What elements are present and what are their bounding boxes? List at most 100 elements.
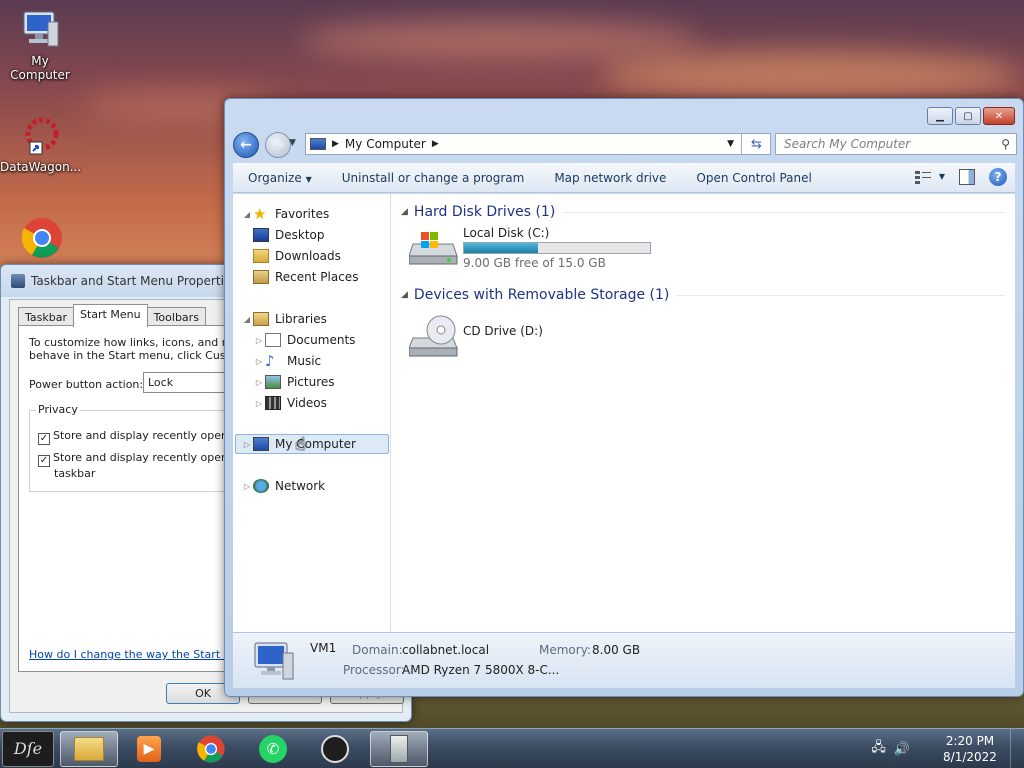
desktop-icon-datawagon[interactable]: DataWagon... [0,114,81,174]
nav-label: Downloads [275,249,341,263]
star-icon: ★ [253,205,267,223]
drive-cd-d[interactable]: CD Drive (D:) [408,314,543,358]
preview-pane-icon[interactable] [959,169,975,185]
group-divider [563,211,1005,213]
obs-icon [321,735,349,763]
recent-pages-chevron-icon[interactable]: ▼ [289,138,296,148]
datawagon-shortcut-icon [18,114,62,158]
nav-pictures[interactable]: ▷ Pictures [253,372,335,392]
organize-button[interactable]: Organize ▼ [233,171,327,185]
taskbar-properties-button[interactable] [370,731,428,767]
search-input[interactable]: Search My Computer ⚲ [775,133,1017,155]
memory-label: Memory: [539,643,591,657]
nav-music[interactable]: ▷ ♪ Music [253,351,321,371]
breadcrumb-chevron-icon[interactable]: ▶ [432,139,439,149]
help-icon[interactable]: ? [989,168,1007,186]
search-icon: ⚲ [1001,137,1010,151]
group-collapse-icon: ◢ [401,207,408,217]
address-dropdown-icon[interactable]: ▼ [727,139,734,149]
start-button[interactable]: Dſe [2,731,54,767]
expand-triangle-icon: ◢ [243,209,251,219]
refresh-button[interactable]: ⇆ [741,133,771,155]
nav-label: Favorites [275,207,330,221]
nav-label: Documents [287,333,356,347]
back-arrow-icon: ← [240,137,252,153]
group-label: Hard Disk Drives (1) [413,204,556,220]
taskbar-chrome-button[interactable] [182,731,240,767]
nav-videos[interactable]: ▷ Videos [253,393,327,413]
desktop-icon-chrome[interactable] [0,214,80,260]
collapse-triangle-icon: ▷ [243,439,251,449]
change-view-icon[interactable] [915,170,931,184]
nav-label: Recent Places [275,270,359,284]
nav-favorites[interactable]: ◢ ★ Favorites [241,204,329,224]
open-control-panel-button[interactable]: Open Control Panel [681,171,826,185]
nav-libraries[interactable]: ◢ Libraries [241,309,327,329]
chrome-icon [197,735,225,763]
checkbox-label: Store and display recently opened p [53,429,253,442]
collapse-triangle-icon: ▷ [243,481,251,491]
group-removable-storage[interactable]: ◢ Devices with Removable Storage (1) [401,285,1005,305]
taskbar-settings-icon [390,735,408,763]
hard-drive-icon [408,226,459,268]
taskbar-media-player-button[interactable]: ▶ [120,731,178,767]
minimize-button[interactable]: ▁ [927,107,953,125]
maximize-icon: ▢ [963,110,973,122]
nav-network[interactable]: ▷ Network [241,476,325,496]
clock[interactable]: 2:20 PM 8/1/2022 [930,733,1010,765]
drive-local-disk-c[interactable]: Local Disk (C:) 9.00 GB free of 15.0 GB [408,226,651,270]
view-options-chevron-icon[interactable]: ▼ [939,172,945,181]
help-link[interactable]: How do I change the way the Start menu [29,648,255,661]
desktop-icon-label: My Computer [10,54,70,82]
taskbar-obs-button[interactable] [306,731,364,767]
command-bar: Organize ▼ Uninstall or change a program… [233,163,1015,193]
expand-triangle-icon: ◢ [243,314,251,324]
uninstall-program-button[interactable]: Uninstall or change a program [327,171,540,185]
nav-documents[interactable]: ▷ Documents [253,330,355,350]
taskbar-explorer-button[interactable] [60,731,118,767]
navigation-pane: ◢ ★ Favorites Desktop Downloads Recent P… [233,194,391,634]
nav-my-computer[interactable]: ▷ My Computer [235,434,389,454]
taskbar-whatsapp-button[interactable]: ✆ [244,731,302,767]
details-pane: VM1 Domain: collabnet.local Memory: 8.00… [233,632,1015,688]
map-network-drive-button[interactable]: Map network drive [539,171,681,185]
tab-toolbars[interactable]: Toolbars [146,307,206,327]
computer-small-icon [310,138,326,150]
nav-label: Pictures [287,375,335,389]
tab-taskbar[interactable]: Taskbar [18,307,74,327]
whatsapp-icon: ✆ [259,735,287,763]
chrome-shortcut-icon [18,214,62,258]
group-hard-disk-drives[interactable]: ◢ Hard Disk Drives (1) [401,202,1005,222]
maximize-button[interactable]: ▢ [955,107,981,125]
address-bar[interactable]: ▶ My Computer ▶ ▼ [305,133,771,155]
drive-c-usage-fill [464,243,539,253]
show-desktop-button[interactable] [1010,729,1024,768]
close-icon: ✕ [994,110,1004,122]
nav-recent-places[interactable]: Recent Places [253,267,358,287]
nav-downloads[interactable]: Downloads [253,246,341,266]
group-divider [677,294,1005,296]
computer-name: VM1 [310,641,337,655]
close-button[interactable]: ✕ [983,107,1015,125]
privacy-checkbox-programs[interactable]: ✓ Store and display recently opened p [38,429,252,445]
desktop-icon-my-computer[interactable]: My Computer [0,8,80,82]
documents-icon [265,333,281,347]
media-player-icon: ▶ [137,736,161,762]
checkmark-icon: ✓ [38,433,50,445]
cd-drive-icon [408,314,459,358]
back-button[interactable]: ← [233,132,259,158]
privacy-checkbox-items[interactable]: ✓ Store and display recently opened i tas… [38,451,248,480]
processor-label: Processor: [343,663,405,677]
explorer-window: ▁ ▢ ✕ ← → ▼ ▶ My Computer ▶ ▼ ⇆ Search M… [224,98,1024,697]
tab-start-menu[interactable]: Start Menu [73,304,148,327]
recent-places-icon [253,270,269,284]
forward-button[interactable]: → [265,132,291,158]
power-label: Power button action: [29,378,144,391]
nav-desktop[interactable]: Desktop [253,225,325,245]
breadcrumb-my-computer[interactable]: My Computer [345,137,426,151]
navigation-row: ← → ▼ ▶ My Computer ▶ ▼ ⇆ Search My Comp… [233,131,1017,159]
network-tray-icon[interactable]: 🖧 [871,738,886,760]
volume-tray-icon[interactable]: 🔊 [894,742,910,757]
nav-label: Libraries [275,312,327,326]
computer-icon [18,8,62,52]
